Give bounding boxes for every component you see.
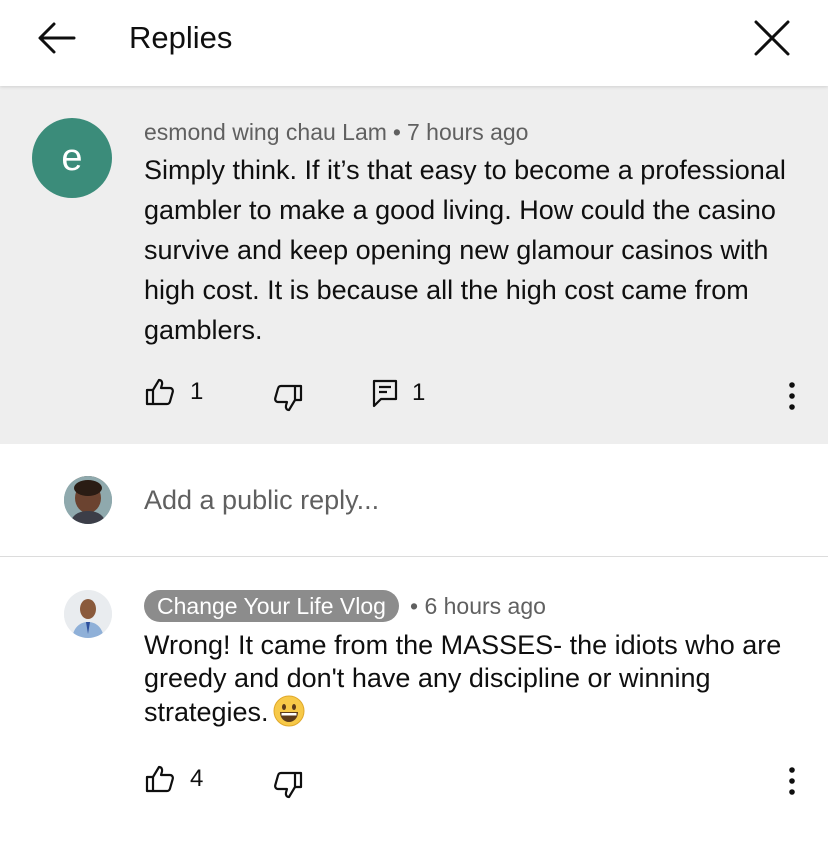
comment-text: Simply think. If it’s that easy to becom…	[144, 155, 786, 345]
close-icon	[754, 20, 790, 56]
grinning-face-icon	[273, 695, 305, 727]
comment-time: 7 hours ago	[406, 119, 529, 145]
like-button[interactable]: 1	[144, 376, 203, 408]
reply-text-content: Wrong! It came from the MASSES- the idio…	[144, 630, 782, 727]
more-options-button[interactable]	[782, 376, 802, 416]
replies-header: Replies	[0, 0, 828, 86]
back-button[interactable]	[36, 18, 78, 58]
thumbs-down-icon	[274, 384, 303, 412]
more-options-button[interactable]	[782, 761, 802, 801]
reply-input-row	[0, 444, 828, 557]
public-reply-input[interactable]	[144, 478, 784, 522]
thumbs-up-icon	[145, 378, 174, 406]
reply-comment: Change Your Life Vlog • 6 hours ago Wron…	[0, 557, 828, 862]
close-button[interactable]	[752, 18, 792, 58]
reply-time: 6 hours ago	[424, 593, 546, 619]
comment-author[interactable]: esmond wing chau Lam	[144, 119, 387, 145]
reply-meta: • 6 hours ago	[410, 590, 546, 622]
author-chip[interactable]: Change Your Life Vlog	[144, 590, 399, 622]
meta-separator: •	[392, 119, 401, 145]
more-vertical-icon	[789, 767, 795, 795]
reply-count-button[interactable]: 1	[372, 378, 425, 408]
thumbs-down-icon	[274, 771, 303, 799]
comment-icon	[372, 379, 398, 408]
parent-comment: e esmond wing chau Lam • 7 hours ago Simpl…	[0, 86, 828, 444]
arrow-left-icon	[38, 22, 76, 54]
like-button[interactable]: 4	[144, 763, 203, 795]
reply-text: Wrong! It came from the MASSES- the idio…	[144, 629, 804, 729]
thumbs-up-icon	[145, 765, 174, 793]
meta-separator: •	[410, 593, 425, 619]
user-avatar	[64, 476, 112, 524]
avatar[interactable]: e	[32, 118, 112, 198]
reply-author-avatar[interactable]	[64, 590, 112, 638]
user-avatar-image	[64, 476, 112, 524]
reply-count: 1	[412, 379, 426, 406]
comment-meta: esmond wing chau Lam • 7 hours ago	[144, 116, 528, 148]
page-title: Replies	[129, 20, 233, 55]
like-count: 4	[190, 765, 204, 792]
more-vertical-icon	[789, 382, 795, 410]
dislike-button[interactable]	[272, 382, 304, 414]
dislike-button[interactable]	[272, 769, 304, 801]
replies-panel: Replies e esmond wing chau Lam • 7 hours a…	[0, 0, 828, 862]
like-count: 1	[190, 378, 204, 405]
reply-author-avatar-image	[64, 590, 112, 638]
